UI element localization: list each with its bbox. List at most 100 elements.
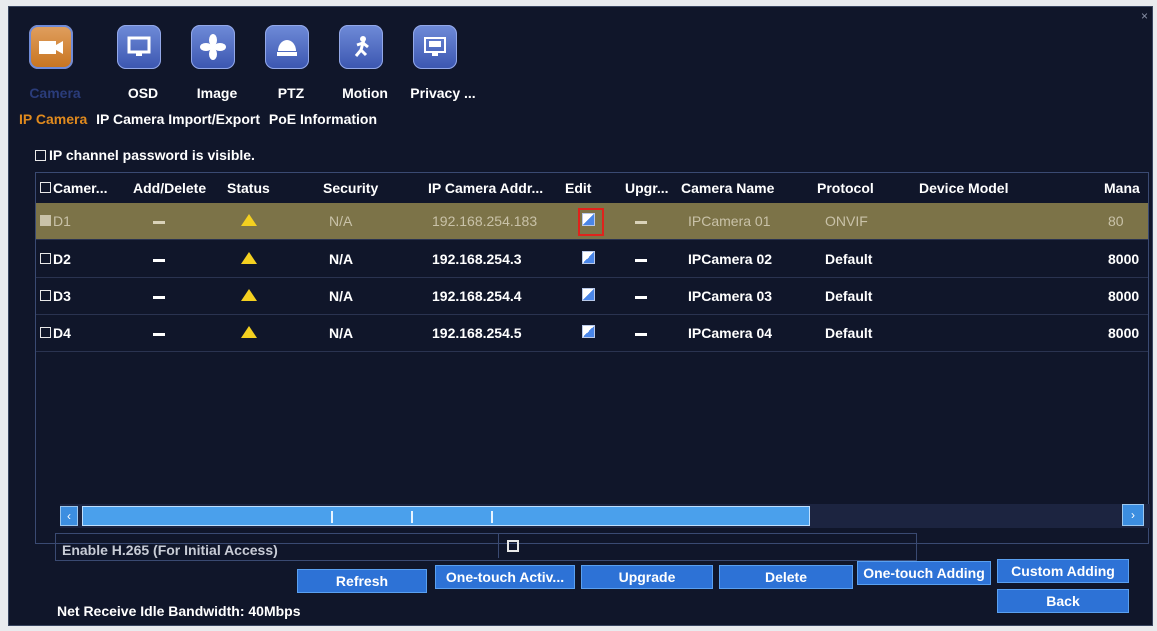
delete-camera-button[interactable] bbox=[153, 213, 165, 229]
one-touch-adding-button[interactable]: One-touch Adding bbox=[857, 561, 991, 585]
bandwidth-status: Net Receive Idle Bandwidth: 40Mbps bbox=[57, 603, 301, 619]
security-cell: N/A bbox=[329, 251, 354, 267]
tab-ip-camera[interactable]: IP Camera bbox=[19, 111, 87, 127]
dome-camera-icon bbox=[277, 40, 297, 56]
select-all-checkbox[interactable] bbox=[40, 180, 51, 196]
camera-icon bbox=[39, 41, 63, 54]
row-checkbox[interactable] bbox=[40, 213, 51, 229]
protocol-cell: ONVIF bbox=[825, 213, 868, 229]
security-cell: N/A bbox=[329, 288, 354, 304]
upgrade-cell bbox=[635, 288, 647, 304]
custom-adding-button[interactable]: Custom Adding bbox=[997, 559, 1129, 583]
scrollbar-thumb[interactable] bbox=[82, 506, 810, 526]
column-header[interactable]: Edit bbox=[565, 180, 591, 196]
back-button[interactable]: Back bbox=[997, 589, 1129, 613]
camera-tab[interactable] bbox=[29, 25, 73, 69]
column-header[interactable]: Mana bbox=[1104, 180, 1140, 196]
edit-icon[interactable] bbox=[582, 251, 595, 267]
password-visible-label: IP channel password is visible. bbox=[49, 147, 255, 163]
horizontal-scrollbar[interactable]: ‹ › bbox=[60, 504, 1150, 528]
row-checkbox[interactable] bbox=[40, 325, 51, 341]
osd-tab[interactable] bbox=[117, 25, 161, 69]
motion-tab-label: Motion bbox=[342, 85, 388, 101]
camera-name-cell: IPCamera 02 bbox=[688, 251, 773, 267]
delete-camera-button[interactable] bbox=[153, 325, 165, 341]
column-header[interactable]: IP Camera Addr... bbox=[428, 180, 543, 196]
column-header[interactable]: Upgr... bbox=[625, 180, 669, 196]
image-tab[interactable] bbox=[191, 25, 235, 69]
tab-ip-camera-import-export[interactable]: IP Camera Import/Export bbox=[96, 111, 260, 127]
refresh-button[interactable]: Refresh bbox=[297, 569, 427, 593]
column-header[interactable]: Security bbox=[323, 180, 378, 196]
protocol-cell: Default bbox=[825, 251, 873, 267]
h265-checkbox[interactable] bbox=[507, 540, 519, 552]
close-icon[interactable]: × bbox=[1141, 9, 1148, 23]
password-visible-checkbox[interactable] bbox=[35, 149, 46, 161]
table-header: Camer... Add/Delete Status Security IP C… bbox=[36, 173, 1148, 201]
management-port-cell: 8000 bbox=[1108, 325, 1140, 341]
column-header[interactable]: Status bbox=[227, 180, 270, 196]
one-touch-activate-button[interactable]: One-touch Activ... bbox=[435, 565, 575, 589]
h265-option-row: Enable H.265 (For Initial Access) bbox=[55, 533, 917, 561]
h265-label: Enable H.265 (For Initial Access) bbox=[62, 542, 278, 558]
table-row[interactable]: D3 N/A 192.168.254.4 IPCamera 03 Default… bbox=[36, 278, 1148, 315]
channel-cell: D1 bbox=[53, 213, 71, 229]
ip-address-cell: 192.168.254.4 bbox=[432, 288, 522, 304]
ip-address-cell: 192.168.254.5 bbox=[432, 325, 522, 341]
tab-poe-information[interactable]: PoE Information bbox=[269, 111, 377, 127]
privacy-tab-label: Privacy ... bbox=[410, 85, 476, 101]
privacy-screen-icon bbox=[424, 37, 446, 56]
scroll-left-icon[interactable]: ‹ bbox=[60, 506, 78, 526]
management-port-cell: 80 bbox=[1108, 213, 1124, 229]
table-row[interactable]: D2 N/A 192.168.254.3 IPCamera 02 Default… bbox=[36, 241, 1148, 278]
sub-tab-bar: IP Camera IP Camera Import/Export PoE In… bbox=[19, 111, 382, 127]
warning-icon bbox=[241, 288, 257, 304]
ptz-tab-label: PTZ bbox=[277, 85, 305, 101]
privacy-tab[interactable] bbox=[413, 25, 457, 69]
table-row[interactable]: D1 N/A 192.168.254.183 IPCamera 01 ONVIF… bbox=[36, 203, 1148, 240]
ip-address-cell: 192.168.254.3 bbox=[432, 251, 522, 267]
scroll-right-icon[interactable]: › bbox=[1122, 504, 1144, 526]
ip-camera-table: Camer... Add/Delete Status Security IP C… bbox=[35, 172, 1150, 544]
channel-cell: D2 bbox=[53, 251, 71, 267]
column-header[interactable]: Add/Delete bbox=[133, 180, 206, 196]
camera-name-cell: IPCamera 01 bbox=[688, 213, 771, 229]
protocol-cell: Default bbox=[825, 325, 873, 341]
column-header[interactable]: Protocol bbox=[817, 180, 874, 196]
ip-camera-settings-window: × Camera OSD Image PTZ Motion Privacy ..… bbox=[8, 6, 1153, 626]
edit-highlight-box bbox=[578, 208, 604, 236]
upgrade-cell bbox=[635, 251, 647, 267]
warning-icon bbox=[241, 251, 257, 267]
row-checkbox[interactable] bbox=[40, 251, 51, 267]
ip-address-cell: 192.168.254.183 bbox=[432, 213, 538, 229]
image-tab-label: Image bbox=[196, 85, 238, 101]
camera-tab-label: Camera bbox=[29, 85, 81, 101]
row-checkbox[interactable] bbox=[40, 288, 51, 304]
security-cell: N/A bbox=[329, 325, 354, 341]
camera-name-cell: IPCamera 04 bbox=[688, 325, 773, 341]
ptz-tab[interactable] bbox=[265, 25, 309, 69]
column-header[interactable]: Device Model bbox=[919, 180, 1008, 196]
warning-icon bbox=[241, 213, 257, 229]
warning-icon bbox=[241, 325, 257, 341]
monitor-icon bbox=[127, 36, 151, 56]
management-port-cell: 8000 bbox=[1108, 251, 1140, 267]
top-icon-bar: Camera OSD Image PTZ Motion Privacy ... bbox=[25, 23, 485, 109]
password-visible-option[interactable]: IP channel password is visible. bbox=[35, 147, 255, 163]
edit-icon[interactable] bbox=[582, 288, 595, 304]
upgrade-cell bbox=[635, 325, 647, 341]
osd-tab-label: OSD bbox=[127, 85, 159, 101]
delete-camera-button[interactable] bbox=[153, 288, 165, 304]
table-row[interactable]: D4 N/A 192.168.254.5 IPCamera 04 Default… bbox=[36, 315, 1148, 352]
upgrade-cell bbox=[635, 213, 647, 229]
edit-icon[interactable] bbox=[582, 325, 595, 341]
delete-camera-button[interactable] bbox=[153, 251, 165, 267]
camera-name-cell: IPCamera 03 bbox=[688, 288, 773, 304]
column-header[interactable]: Camera Name bbox=[681, 180, 774, 196]
delete-button[interactable]: Delete bbox=[719, 565, 853, 589]
upgrade-button[interactable]: Upgrade bbox=[581, 565, 713, 589]
motion-tab[interactable] bbox=[339, 25, 383, 69]
channel-cell: D4 bbox=[53, 325, 71, 341]
column-header[interactable]: Camer... bbox=[53, 180, 107, 196]
security-cell: N/A bbox=[329, 213, 353, 229]
